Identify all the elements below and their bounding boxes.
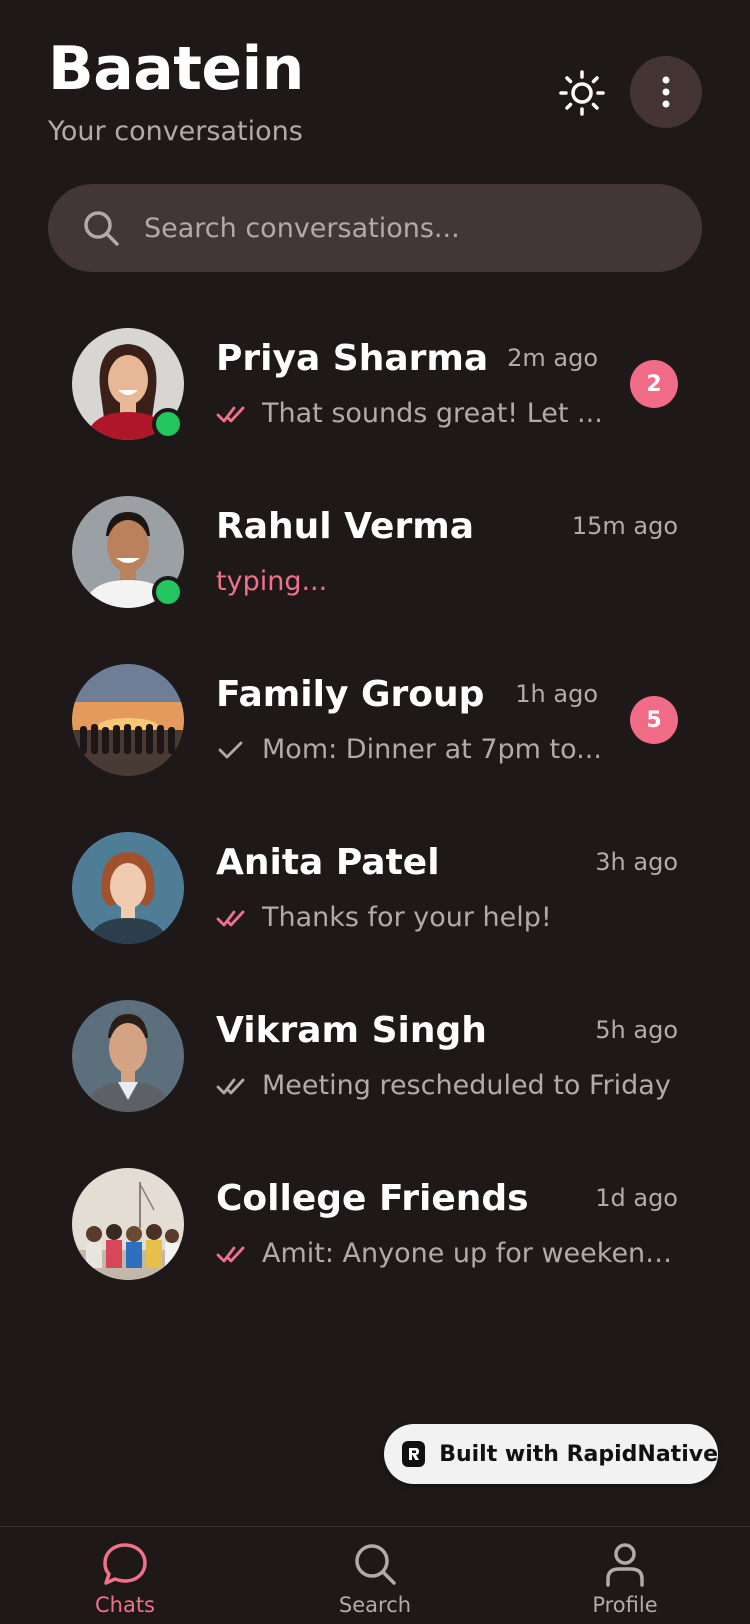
tab-profile[interactable]: Profile — [545, 1541, 705, 1617]
rapidnative-logo-icon — [402, 1441, 426, 1467]
avatar — [72, 664, 184, 776]
message-preview: That sounds great! Let ... — [262, 398, 603, 429]
double-check-read-icon — [216, 406, 245, 422]
contact-name: Priya Sharma — [216, 338, 489, 379]
search-bar[interactable] — [48, 184, 702, 272]
avatar — [72, 832, 184, 944]
avatar — [72, 1000, 184, 1112]
tab-chats[interactable]: Chats — [45, 1541, 205, 1617]
contact-name: Vikram Singh — [216, 1010, 487, 1051]
message-time: 15m ago — [571, 512, 678, 540]
avatar-container — [72, 496, 184, 608]
message-time: 5h ago — [595, 1016, 678, 1044]
avatar — [72, 1168, 184, 1280]
avatar-container — [72, 328, 184, 440]
preview-row: That sounds great! Let ... — [216, 398, 676, 429]
preview-row: typing... — [216, 566, 676, 597]
theme-toggle-button[interactable] — [552, 63, 612, 123]
header: Baatein Your conversations — [48, 34, 304, 147]
chat-list-screen: Baatein Your conversations Search conver… — [0, 0, 750, 1624]
chat-item-priya-sharma[interactable]: Priya Sharma 2m ago That sounds great! L… — [0, 318, 750, 486]
message-time: 2m ago — [507, 344, 598, 372]
preview-row: Thanks for your help! — [216, 902, 676, 933]
search-input[interactable] — [144, 212, 664, 244]
built-with-badge[interactable]: Built with RapidNative — [384, 1424, 718, 1484]
tab-profile-label: Profile — [592, 1593, 658, 1617]
preview-row: Amit: Anyone up for weekend ... — [216, 1238, 676, 1269]
tab-search-label: Search — [338, 1593, 412, 1617]
contact-name: Anita Patel — [216, 842, 440, 883]
chat-item-anita-patel[interactable]: Anita Patel 3h ago Thanks for your help! — [0, 822, 750, 990]
contact-name: College Friends — [216, 1178, 529, 1219]
avatar-container — [72, 832, 184, 944]
avatar-container — [72, 1000, 184, 1112]
message-time: 3h ago — [595, 848, 678, 876]
single-check-icon — [218, 741, 243, 758]
avatar-container — [72, 664, 184, 776]
message-preview: Amit: Anyone up for weekend ... — [262, 1238, 676, 1269]
unread-badge: 2 — [630, 360, 678, 408]
chat-item-college-friends[interactable]: College Friends 1d ago Amit: Anyone up f… — [0, 1158, 750, 1326]
contact-name: Family Group — [216, 674, 485, 715]
more-options-button[interactable] — [630, 56, 702, 128]
more-vertical-icon — [662, 76, 670, 108]
double-check-read-icon — [216, 1246, 245, 1262]
typing-indicator: typing... — [216, 566, 328, 597]
online-indicator — [152, 576, 184, 608]
message-preview: Thanks for your help! — [262, 902, 552, 933]
tab-chats-label: Chats — [94, 1593, 156, 1617]
message-preview: Meeting rescheduled to Friday — [262, 1070, 671, 1101]
double-check-read-icon — [216, 910, 245, 926]
chat-item-vikram-singh[interactable]: Vikram Singh 5h ago Meeting rescheduled … — [0, 990, 750, 1158]
unread-badge: 5 — [630, 696, 678, 744]
message-preview: Mom: Dinner at 7pm to... — [262, 734, 602, 765]
contact-name: Rahul Verma — [216, 506, 475, 547]
chat-item-family-group[interactable]: Family Group 1h ago Mom: Dinner at 7pm t… — [0, 654, 750, 822]
user-icon — [606, 1543, 644, 1587]
message-time: 1h ago — [515, 680, 598, 708]
tab-search[interactable]: Search — [295, 1541, 455, 1617]
double-check-delivered-icon — [216, 1078, 245, 1094]
chat-list: Priya Sharma 2m ago That sounds great! L… — [0, 318, 750, 1326]
chat-item-rahul-verma[interactable]: Rahul Verma 15m ago typing... — [0, 486, 750, 654]
bottom-nav: Chats Search Profile — [0, 1526, 750, 1624]
page-subtitle: Your conversations — [48, 116, 303, 147]
search-icon — [84, 211, 119, 246]
avatar-container — [72, 1168, 184, 1280]
preview-row: Mom: Dinner at 7pm to... — [216, 734, 676, 765]
built-with-label: Built with RapidNative — [439, 1441, 718, 1467]
chat-bubble-icon — [103, 1543, 147, 1585]
online-indicator — [152, 408, 184, 440]
app-title: Baatein — [48, 34, 304, 104]
search-icon — [355, 1544, 396, 1585]
preview-row: Meeting rescheduled to Friday — [216, 1070, 676, 1101]
message-time: 1d ago — [595, 1184, 678, 1212]
sun-icon — [559, 70, 605, 116]
